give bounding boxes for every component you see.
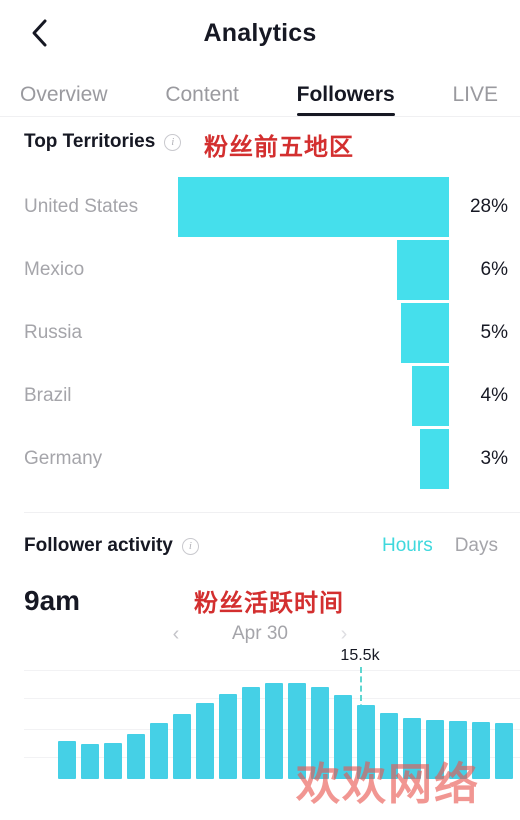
activity-bar [150,723,168,779]
tab-followers[interactable]: Followers [296,83,395,116]
back-button[interactable] [18,11,62,55]
date-navigator: ‹ Apr 30 › [0,615,520,651]
territory-percent: 4% [480,384,508,406]
territory-name: Germany [24,447,103,469]
territory-bar [401,302,449,363]
toggle-days[interactable]: Days [455,535,498,557]
next-day-button[interactable]: › [320,624,368,644]
navigation-bar: Analytics [0,0,520,66]
territory-bar [412,365,449,426]
chevron-left-icon [30,17,50,49]
top-territories-list: United States 28% Mexico 6% Russia 5% Br… [0,153,520,490]
activity-bar [196,703,214,779]
territory-percent: 3% [480,447,508,469]
territory-percent: 28% [469,195,508,217]
table-row[interactable]: Mexico 6% [0,238,520,301]
activity-bar [311,687,329,779]
activity-bar [472,722,490,779]
follower-activity-annotation: 粉丝活跃时间 [194,589,344,617]
activity-bar [127,734,145,779]
activity-bars [24,659,520,779]
territory-bar [178,176,449,237]
activity-bar [288,683,306,779]
activity-bar [219,694,237,779]
top-territories-title: Top Territories [24,131,156,152]
tab-live-label: LIVE [452,83,498,106]
peak-time-value: 9am [24,585,81,616]
territory-name: United States [24,195,139,217]
activity-bar [104,743,122,779]
activity-bar [495,723,513,779]
follower-activity-header: Follower activity i Hours Days [0,513,520,557]
page-title: Analytics [203,18,317,47]
territory-percent: 5% [480,321,508,343]
follower-activity-title: Follower activity [24,535,173,556]
territory-percent: 6% [480,258,508,280]
activity-bar [58,741,76,779]
tab-followers-label: Followers [296,83,395,106]
tab-overview[interactable]: Overview [20,83,108,116]
territory-name: Russia [24,321,83,343]
activity-bar [449,721,467,779]
territory-bar [420,428,449,489]
table-row[interactable]: Russia 5% [0,301,520,364]
tab-overview-label: Overview [20,83,108,106]
toggle-hours[interactable]: Hours [382,535,433,557]
tab-content[interactable]: Content [165,83,239,116]
tab-content-label: Content [165,83,239,106]
peak-time-row: 9am 粉丝活跃时间 [0,557,520,617]
tab-bar: Overview Content Followers LIVE [0,66,520,116]
territory-name: Brazil [24,384,72,406]
top-territories-header: Top Territories i 粉丝前五地区 [0,117,520,161]
activity-bar [357,705,375,779]
info-circle-icon[interactable]: i [181,537,199,555]
analytics-screen: Analytics Overview Content Followers LIV… [0,0,520,820]
activity-bar [242,687,260,779]
activity-bar [265,683,283,779]
follower-activity-chart: 15.5k [0,647,520,779]
activity-bar [426,720,444,779]
activity-bar [334,695,352,779]
activity-bar [173,714,191,779]
top-territories-annotation: 粉丝前五地区 [204,133,354,161]
activity-bar [380,713,398,779]
activity-bar [403,718,421,779]
tab-live[interactable]: LIVE [452,83,498,116]
territory-bar [397,239,449,300]
activity-bar [81,744,99,779]
table-row[interactable]: United States 28% [0,175,520,238]
table-row[interactable]: Germany 3% [0,427,520,490]
table-row[interactable]: Brazil 4% [0,364,520,427]
info-circle-icon[interactable]: i [164,133,182,151]
date-label: Apr 30 [232,623,288,644]
territory-name: Mexico [24,258,85,280]
prev-day-button[interactable]: ‹ [152,624,200,644]
